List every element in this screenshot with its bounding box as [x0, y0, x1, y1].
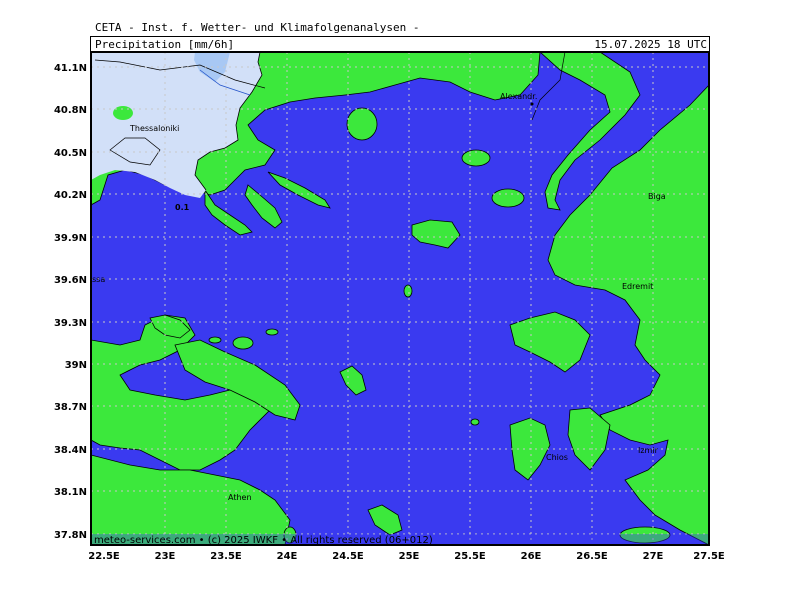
lat-tick-label: 37.8N: [54, 530, 87, 541]
lon-tick-label: 25.5E: [454, 551, 486, 562]
lon-tick-label: 26E: [521, 551, 542, 562]
lat-tick-label: 38.7N: [54, 402, 87, 413]
island-skopelos: [232, 336, 254, 350]
lake-volvi: [113, 106, 133, 120]
lon-tick-label: 22.5E: [88, 551, 120, 562]
lon-tick-label: 24.5E: [332, 551, 364, 562]
lat-tick-label: 39N: [65, 360, 87, 371]
island-psara: [470, 418, 480, 426]
label-alexandroupoli: Alexandr.: [500, 92, 537, 101]
island-imbros: [491, 188, 525, 208]
lon-tick-label: 27.5E: [693, 551, 725, 562]
island-alonissos: [265, 328, 279, 336]
latitude-axis: 41.1N 40.8N 40.5N 40.2N 39.9N 39.6N 39.3…: [54, 63, 87, 541]
label-edremit: Edremit: [622, 282, 653, 291]
lon-tick-label: 27E: [643, 551, 664, 562]
island-agios-efstratios: [403, 284, 413, 298]
lat-tick-label: 41.1N: [54, 63, 87, 74]
lon-tick-label: 25E: [399, 551, 420, 562]
label-chios: Chios: [546, 453, 568, 462]
label-athens: Athen: [228, 493, 252, 502]
lon-tick-label: 23.5E: [210, 551, 242, 562]
lat-tick-label: 40.8N: [54, 105, 87, 116]
lat-tick-label: 39.9N: [54, 233, 87, 244]
lat-tick-label: 40.5N: [54, 148, 87, 159]
longitude-axis: 22.5E 23E 23.5E 24E 24.5E 25E 25.5E 26E …: [88, 551, 725, 562]
precipitation-map: Thessaloniki Alexandr. Biga Edremit ssa …: [54, 51, 725, 562]
lat-tick-label: 39.6N: [54, 275, 87, 286]
contour-value-label: 0.1: [175, 203, 190, 212]
lon-tick-label: 24E: [277, 551, 298, 562]
label-biga: Biga: [648, 192, 666, 201]
lat-tick-label: 40.2N: [54, 190, 87, 201]
island-skiathos: [208, 336, 222, 344]
island-thasos: [346, 107, 378, 141]
city-marker-alexandroupoli: [530, 102, 534, 106]
lat-tick-label: 39.3N: [54, 318, 87, 329]
lon-tick-label: 23E: [155, 551, 176, 562]
lat-tick-label: 38.4N: [54, 445, 87, 456]
lon-tick-label: 26.5E: [576, 551, 608, 562]
label-izmir: Izmir: [638, 446, 659, 455]
label-thessaloniki: Thessaloniki: [129, 124, 179, 133]
lat-tick-label: 38.1N: [54, 487, 87, 498]
label-lamia: Lamia: [68, 378, 92, 387]
label-larissa: ssa: [92, 275, 105, 284]
